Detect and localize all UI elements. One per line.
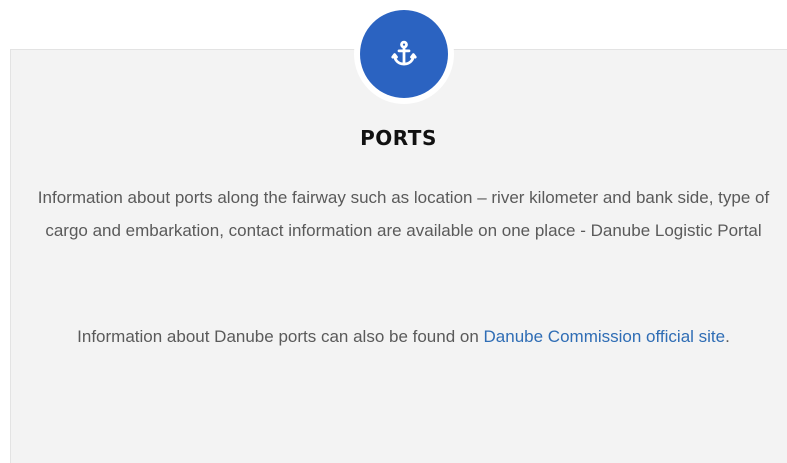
- danube-ports-note: Information about Danube ports can also …: [30, 320, 777, 353]
- ports-description: Information about ports along the fairwa…: [37, 188, 770, 240]
- ports-card: [10, 49, 787, 463]
- note-text: Information about Danube ports can also …: [77, 327, 484, 346]
- anchor-icon-badge: [360, 10, 448, 98]
- danube-commission-link[interactable]: Danube Commission official site: [484, 327, 726, 346]
- page: PORTS Information about ports along the …: [0, 0, 787, 463]
- section-title: PORTS: [360, 126, 437, 150]
- note-period: .: [725, 327, 730, 346]
- anchor-icon: [391, 40, 417, 66]
